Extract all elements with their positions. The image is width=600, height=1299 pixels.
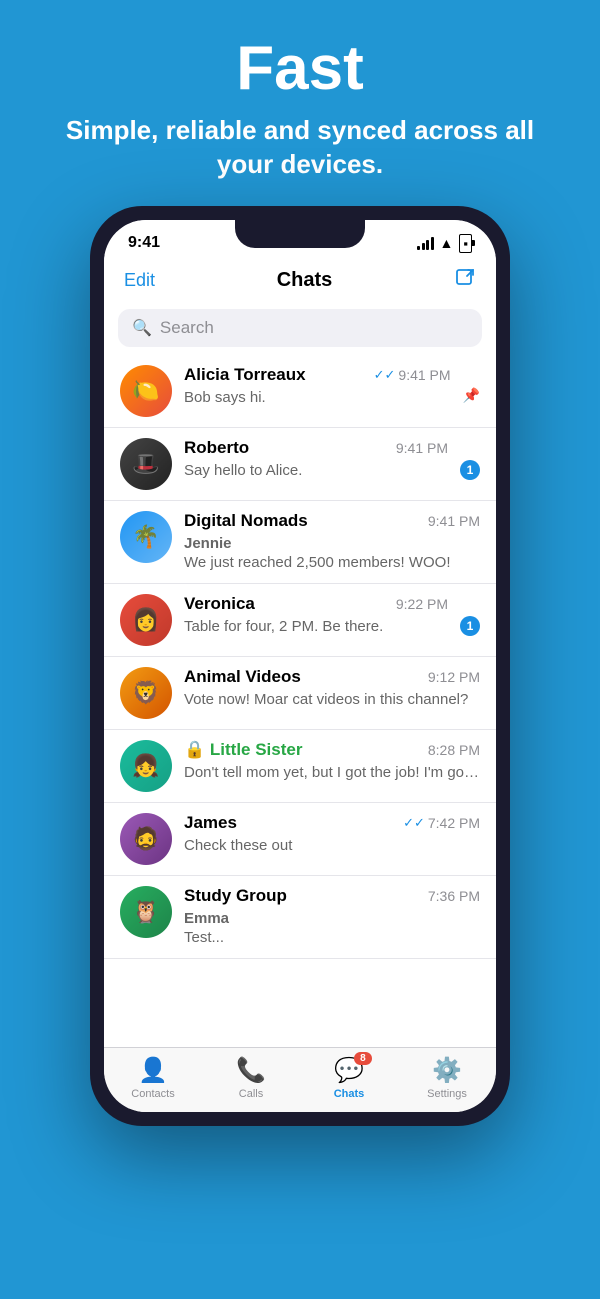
chat-content-alicia: Alicia Torreaux ✓✓ 9:41 PM Bob says hi. bbox=[184, 365, 451, 408]
chat-preview-little-sister: Don't tell mom yet, but I got the job! I… bbox=[184, 763, 480, 783]
compose-button[interactable] bbox=[454, 267, 476, 295]
avatar-veronica: 👩 bbox=[120, 594, 172, 646]
chat-name-james: James bbox=[184, 813, 237, 833]
avatar-study-group: 🦉 bbox=[120, 886, 172, 938]
tab-label-chats: Chats bbox=[334, 1088, 365, 1100]
chat-preview-veronica: Table for four, 2 PM. Be there. bbox=[184, 617, 448, 637]
notch bbox=[235, 220, 365, 248]
avatar-alicia: 🍋 bbox=[120, 365, 172, 417]
chat-time-james: ✓✓ 7:42 PM bbox=[403, 815, 480, 831]
chat-preview-roberto: Say hello to Alice. bbox=[184, 461, 448, 481]
tab-settings[interactable]: ⚙️ Settings bbox=[398, 1056, 496, 1100]
tab-label-calls: Calls bbox=[239, 1088, 263, 1100]
avatar-animal-videos: 🦁 bbox=[120, 667, 172, 719]
search-bar[interactable]: 🔍 Search bbox=[118, 309, 482, 347]
phone-frame: 9:41 ▲ ▪ Edit bbox=[90, 206, 510, 1126]
chat-time-roberto: 9:41 PM bbox=[396, 440, 448, 456]
search-icon: 🔍 bbox=[132, 318, 152, 338]
chat-name-little-sister: 🔒 Little Sister bbox=[184, 740, 302, 760]
tab-icon-wrap-calls: 📞 bbox=[236, 1056, 266, 1085]
chat-item-little-sister[interactable]: 👧 🔒 Little Sister 8:28 PM Don't tell mom ye… bbox=[104, 730, 496, 803]
status-time: 9:41 bbox=[128, 234, 160, 252]
battery-icon: ▪ bbox=[459, 234, 472, 253]
chat-time-animal-videos: 9:12 PM bbox=[428, 669, 480, 685]
chat-item-veronica[interactable]: 👩 Veronica 9:22 PM Table for four, 2 PM. Be… bbox=[104, 584, 496, 657]
tab-label-settings: Settings bbox=[427, 1088, 467, 1100]
chat-preview-alicia: Bob says hi. bbox=[184, 388, 451, 408]
pin-icon-alicia: 📌 bbox=[463, 387, 480, 404]
chat-name-study-group: Study Group bbox=[184, 886, 287, 906]
chat-content-james: James ✓✓ 7:42 PM Check these out bbox=[184, 813, 480, 856]
hero-section: Fast Simple, reliable and synced across … bbox=[0, 0, 600, 206]
chat-name-alicia: Alicia Torreaux bbox=[184, 365, 306, 385]
chat-meta-roberto: 1 bbox=[460, 438, 480, 480]
double-check-icon: ✓✓ bbox=[374, 367, 396, 383]
chat-content-animal-videos: Animal Videos 9:12 PM Vote now! Moar cat v… bbox=[184, 667, 480, 710]
chat-time-little-sister: 8:28 PM bbox=[428, 742, 480, 758]
tab-badge-chats: 8 bbox=[354, 1052, 372, 1065]
chat-preview-digital-nomads: JennieWe just reached 2,500 members! WOO… bbox=[184, 534, 480, 573]
chat-name-roberto: Roberto bbox=[184, 438, 249, 458]
edit-button[interactable]: Edit bbox=[124, 270, 155, 291]
signal-icon bbox=[417, 236, 434, 250]
chat-content-study-group: Study Group 7:36 PM EmmaTest... bbox=[184, 886, 480, 948]
tab-icon-contacts: 👤 bbox=[138, 1057, 168, 1084]
tab-icon-wrap-contacts: 👤 bbox=[138, 1056, 168, 1085]
search-placeholder: Search bbox=[160, 318, 214, 338]
chat-time-digital-nomads: 9:41 PM bbox=[428, 513, 480, 529]
tab-chats[interactable]: 💬8 Chats bbox=[300, 1056, 398, 1100]
chat-item-roberto[interactable]: 🎩 Roberto 9:41 PM Say hello to Alice. 1 bbox=[104, 428, 496, 501]
chat-preview-study-group: EmmaTest... bbox=[184, 909, 480, 948]
chat-item-animal-videos[interactable]: 🦁 Animal Videos 9:12 PM Vote now! Moar cat … bbox=[104, 657, 496, 730]
unread-badge-veronica: 1 bbox=[460, 616, 480, 636]
chat-item-digital-nomads[interactable]: 🌴 Digital Nomads 9:41 PM JennieWe just reac… bbox=[104, 501, 496, 584]
chat-item-james[interactable]: 🧔 James ✓✓ 7:42 PM Check these out bbox=[104, 803, 496, 876]
nav-title: Chats bbox=[277, 269, 333, 292]
chat-content-digital-nomads: Digital Nomads 9:41 PM JennieWe just reach… bbox=[184, 511, 480, 573]
avatar-james: 🧔 bbox=[120, 813, 172, 865]
chat-preview-james: Check these out bbox=[184, 836, 480, 856]
phone-wrapper: 9:41 ▲ ▪ Edit bbox=[0, 206, 600, 1126]
nav-bar: Edit Chats bbox=[104, 259, 496, 305]
chat-time-veronica: 9:22 PM bbox=[396, 596, 448, 612]
chat-name-veronica: Veronica bbox=[184, 594, 255, 614]
avatar-roberto: 🎩 bbox=[120, 438, 172, 490]
tab-contacts[interactable]: 👤 Contacts bbox=[104, 1056, 202, 1100]
unread-badge-roberto: 1 bbox=[460, 460, 480, 480]
chat-content-veronica: Veronica 9:22 PM Table for four, 2 PM. Be … bbox=[184, 594, 448, 637]
phone-screen: 9:41 ▲ ▪ Edit bbox=[104, 220, 496, 1112]
wifi-icon: ▲ bbox=[440, 235, 454, 251]
chat-time-study-group: 7:36 PM bbox=[428, 888, 480, 904]
chat-list: 🍋 Alicia Torreaux ✓✓ 9:41 PM Bob says hi. 📌 🎩… bbox=[104, 355, 496, 1047]
tab-bar: 👤 Contacts 📞 Calls 💬8 Chats ⚙️ Settings bbox=[104, 1047, 496, 1112]
status-icons: ▲ ▪ bbox=[417, 234, 472, 253]
chat-content-little-sister: 🔒 Little Sister 8:28 PM Don't tell mom yet… bbox=[184, 740, 480, 783]
chat-time-alicia: ✓✓ 9:41 PM bbox=[374, 367, 451, 383]
tab-icon-wrap-settings: ⚙️ bbox=[432, 1056, 462, 1085]
chat-meta-alicia: 📌 bbox=[463, 365, 480, 404]
tab-icon-settings: ⚙️ bbox=[432, 1057, 462, 1084]
tab-label-contacts: Contacts bbox=[131, 1088, 174, 1100]
tab-calls[interactable]: 📞 Calls bbox=[202, 1056, 300, 1100]
status-bar: 9:41 ▲ ▪ bbox=[104, 220, 496, 259]
chat-name-digital-nomads: Digital Nomads bbox=[184, 511, 308, 531]
double-check-icon: ✓✓ bbox=[403, 815, 425, 831]
hero-subtitle: Simple, reliable and synced across all y… bbox=[40, 114, 560, 182]
chat-content-roberto: Roberto 9:41 PM Say hello to Alice. bbox=[184, 438, 448, 481]
chat-item-study-group[interactable]: 🦉 Study Group 7:36 PM EmmaTest... bbox=[104, 876, 496, 959]
avatar-little-sister: 👧 bbox=[120, 740, 172, 792]
tab-icon-wrap-chats: 💬8 bbox=[334, 1056, 364, 1085]
chat-preview-animal-videos: Vote now! Moar cat videos in this channe… bbox=[184, 690, 480, 710]
avatar-digital-nomads: 🌴 bbox=[120, 511, 172, 563]
tab-icon-calls: 📞 bbox=[236, 1057, 266, 1084]
hero-title: Fast bbox=[40, 38, 560, 100]
chat-name-animal-videos: Animal Videos bbox=[184, 667, 301, 687]
chat-item-alicia[interactable]: 🍋 Alicia Torreaux ✓✓ 9:41 PM Bob says hi. 📌 bbox=[104, 355, 496, 428]
chat-meta-veronica: 1 bbox=[460, 594, 480, 636]
